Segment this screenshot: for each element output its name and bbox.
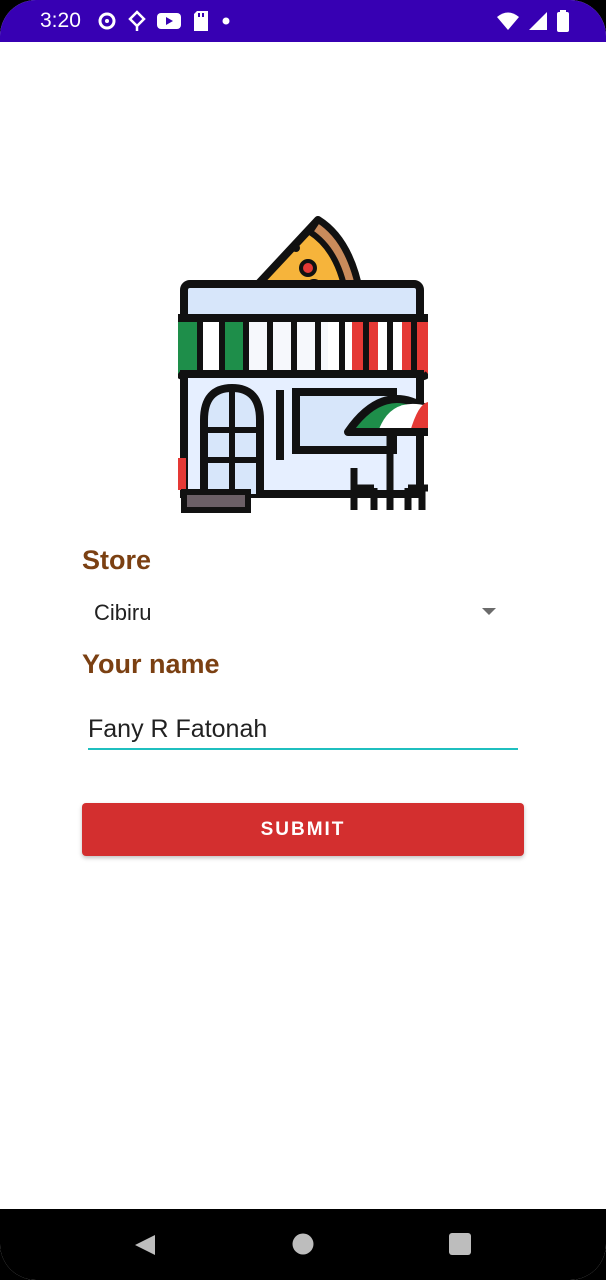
system-icons: [496, 10, 570, 32]
name-input[interactable]: [88, 710, 518, 750]
name-label: Your name: [82, 649, 220, 679]
app-screen: 3:20 Store Cibiru Your name Fany R Faton…: [0, 0, 606, 1280]
navigation-bar: [0, 1209, 606, 1280]
data-saver-icon: [128, 10, 146, 31]
store-label: Store: [82, 545, 152, 575]
sd-card-icon: [194, 11, 208, 31]
dropdown-arrow-icon: [482, 608, 496, 615]
youtube-icon: [157, 13, 181, 29]
pizza-store-icon: [178, 216, 428, 513]
store-dropdown[interactable]: Cibiru: [82, 588, 512, 638]
store-selected-value: Cibiru: [94, 600, 152, 625]
status-time: 3:20: [40, 9, 81, 32]
back-icon[interactable]: [133, 1233, 157, 1257]
notification-icons: [96, 10, 232, 32]
sync-icon: [98, 12, 116, 30]
home-icon[interactable]: [292, 1233, 314, 1255]
wifi-icon: [497, 12, 519, 30]
status-bar: 3:20: [0, 0, 606, 42]
recents-icon[interactable]: [449, 1233, 471, 1255]
dot-icon: [222, 17, 230, 25]
submit-button[interactable]: SUBMIT: [82, 803, 524, 856]
battery-icon: [557, 10, 569, 32]
signal-icon: [529, 12, 547, 30]
